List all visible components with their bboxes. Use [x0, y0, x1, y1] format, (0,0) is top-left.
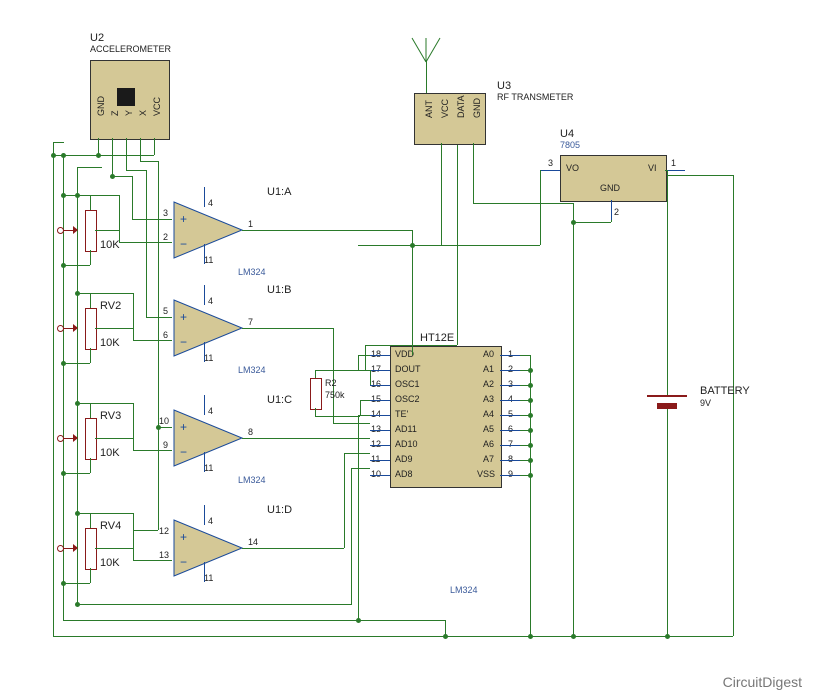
u1a-ref: U1:A	[267, 186, 291, 198]
svg-text:+: +	[180, 420, 187, 434]
pot-rv4	[85, 528, 97, 570]
svg-text:+: +	[180, 212, 187, 226]
pot-rv3	[85, 418, 97, 460]
resistor-r2	[310, 378, 322, 410]
u2-pin-gnd: GND	[96, 96, 106, 116]
svg-text:+: +	[180, 530, 187, 544]
svg-text:−: −	[180, 335, 187, 349]
u3-pin-ant: ANT	[424, 100, 434, 118]
u1d-name: LM324	[450, 585, 478, 595]
u2-pin-z: Z	[110, 111, 120, 117]
r2-ref: R2	[325, 378, 337, 388]
u1d-ref: U1:D	[267, 504, 292, 516]
battery-val: 9V	[700, 398, 711, 408]
u2-pin-y: Y	[124, 110, 134, 116]
rv2-ref: RV2	[100, 300, 121, 312]
rv4-val: 10K	[100, 557, 120, 569]
u4-name: 7805	[560, 140, 580, 150]
u2-name: ACCELEROMETER	[90, 44, 171, 54]
battery	[647, 395, 687, 397]
rv4-ref: RV4	[100, 520, 121, 532]
battery-ref: BATTERY	[700, 385, 750, 397]
u1c-name: LM324	[238, 475, 266, 485]
u3-ref: U3	[497, 80, 511, 92]
u2-pin-x: X	[138, 110, 148, 116]
svg-text:+: +	[180, 310, 187, 324]
u1b-name: LM324	[238, 365, 266, 375]
u3-name: RF TRANSMETER	[497, 92, 573, 102]
u2-pin-vcc: VCC	[152, 97, 162, 116]
u2-ref: U2	[90, 32, 104, 44]
svg-text:−: −	[180, 445, 187, 459]
u3-pin-data: DATA	[456, 95, 466, 118]
rv3-ref: RV3	[100, 410, 121, 422]
u4-ref: U4	[560, 128, 574, 140]
u1c-ref: U1:C	[267, 394, 292, 406]
svg-text:−: −	[180, 237, 187, 251]
schematic-canvas: U2 ACCELEROMETER GND Z Y X VCC 10K RV2 1…	[0, 0, 820, 700]
rv2-val: 10K	[100, 337, 120, 349]
u3-pin-vcc: VCC	[440, 99, 450, 118]
u3-pin-gnd: GND	[472, 98, 482, 118]
u1b-ref: U1:B	[267, 284, 291, 296]
u1a-name: LM324	[238, 267, 266, 277]
pot-rv2	[85, 308, 97, 350]
ht12e-ref: HT12E	[420, 332, 454, 344]
rv1-val: 10K	[100, 239, 120, 251]
antenna-icon	[408, 34, 444, 64]
pot-rv1	[85, 210, 97, 252]
watermark: CircuitDigest	[723, 674, 802, 690]
svg-text:−: −	[180, 555, 187, 569]
rv3-val: 10K	[100, 447, 120, 459]
r2-val: 750k	[325, 390, 345, 400]
